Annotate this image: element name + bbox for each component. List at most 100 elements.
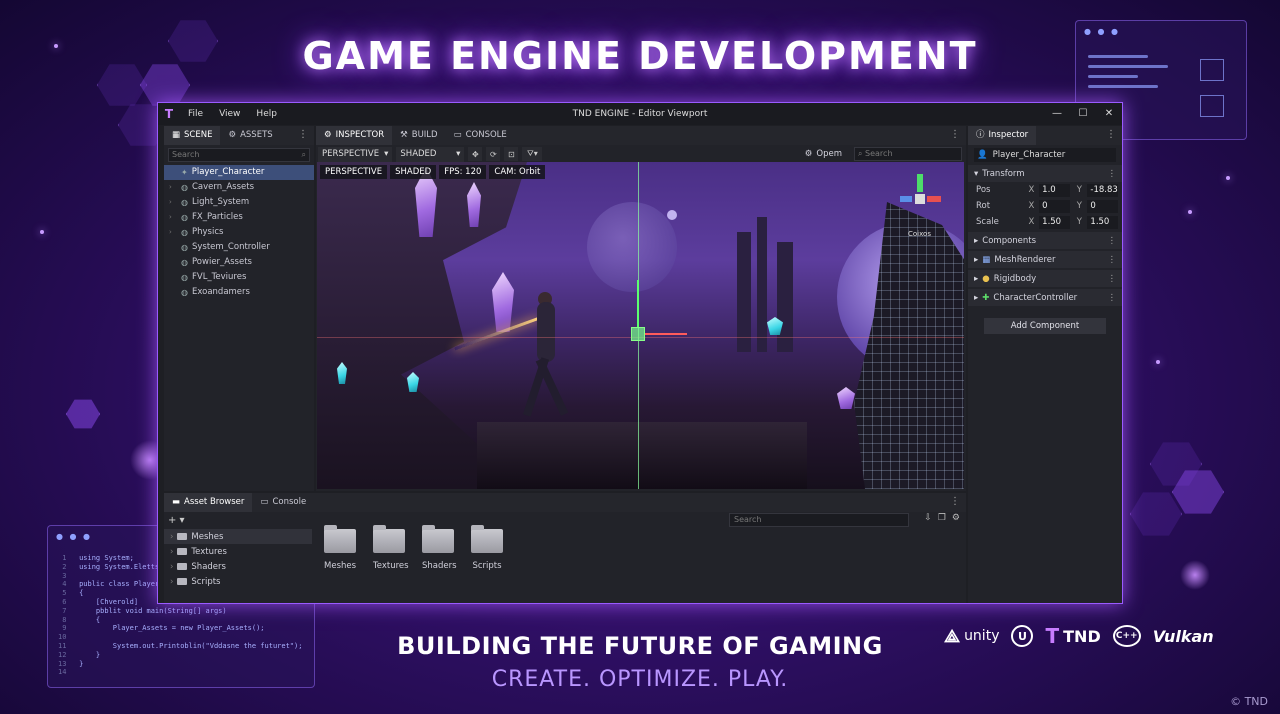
kebab-menu-icon[interactable]: ⋮ xyxy=(1108,274,1117,284)
scene-tree-item[interactable]: › ◍ Cavern_Assets xyxy=(164,180,314,195)
tab-assets[interactable]: ⚙ ASSETS xyxy=(220,126,280,145)
asset-tile[interactable]: Scripts xyxy=(471,525,503,571)
menu-view[interactable]: View xyxy=(211,109,248,119)
unity-logo: ⟁ unity xyxy=(944,626,999,647)
gizmo-center[interactable] xyxy=(915,194,925,204)
kebab-menu-icon[interactable]: ⋮ xyxy=(298,129,308,140)
scene-tree-item[interactable]: ◍ Exoandamers xyxy=(164,285,314,300)
folder-tree-item[interactable]: › Textures xyxy=(164,544,312,559)
headline: GAME ENGINE DEVELOPMENT xyxy=(302,34,978,78)
scene-tree-item[interactable]: ◍ Powier_Assets xyxy=(164,255,314,270)
maximize-button[interactable]: ☐ xyxy=(1070,103,1096,125)
spire xyxy=(777,242,793,352)
asset-tile[interactable]: Textures xyxy=(373,525,409,571)
object-icon: ◍ xyxy=(181,273,188,282)
import-icon[interactable]: ⇩ xyxy=(924,513,932,523)
components-header[interactable]: ▸ Components ⋮ xyxy=(968,232,1122,249)
settings-icon[interactable]: ⚙ xyxy=(805,149,813,159)
chevron-right-icon[interactable]: › xyxy=(169,225,177,240)
chevron-down-icon: ▾ xyxy=(456,149,461,159)
chevron-right-icon[interactable]: › xyxy=(170,532,173,542)
asset-tile[interactable]: Meshes xyxy=(324,525,356,571)
move-gizmo-y-handle[interactable] xyxy=(637,280,639,327)
kebab-menu-icon[interactable]: ⋮ xyxy=(1108,169,1117,179)
component-row[interactable]: ▸ ● Rigidbody ⋮ xyxy=(968,270,1122,287)
folder-tree-item[interactable]: › Meshes xyxy=(164,529,312,544)
asset-tile[interactable]: Shaders xyxy=(422,525,457,571)
player-character[interactable] xyxy=(454,292,582,427)
move-gizmo-center-handle[interactable] xyxy=(631,327,645,341)
scene-tree-item[interactable]: ◍ FVL_Teviures xyxy=(164,270,314,285)
folder-tree-item[interactable]: › Scripts xyxy=(164,574,312,589)
kebab-menu-icon[interactable]: ⋮ xyxy=(1106,129,1116,140)
scene-search-input[interactable]: Search ⌕ xyxy=(168,148,310,162)
filter-icon[interactable]: ⛛▾ xyxy=(522,147,543,161)
chevron-right-icon[interactable]: › xyxy=(170,547,173,557)
settings-icon[interactable]: ⚙ xyxy=(952,513,960,523)
scene-tree-item[interactable]: › ◍ FX_Particles xyxy=(164,210,314,225)
transform-y-field[interactable]: -18.83 xyxy=(1087,183,1119,197)
transform-x-field[interactable]: 0 xyxy=(1039,199,1070,213)
tab-assets-label: ASSETS xyxy=(240,130,273,140)
tab-scene[interactable]: ▦ SCENE xyxy=(164,126,221,145)
component-row[interactable]: ▸ ✚ CharacterController ⋮ xyxy=(968,289,1122,306)
rotate-tool-icon[interactable]: ⟳ xyxy=(486,147,501,161)
add-asset-button[interactable]: + ▾ xyxy=(168,515,185,526)
kebab-menu-icon[interactable]: ⋮ xyxy=(950,129,960,140)
viewport-toolbar: PERSPECTIVE ▾ SHADED ▾ ✥ ⟳ ⊡ ⛛▾ ⚙ Opem ⌕ S… xyxy=(316,145,966,163)
shading-dropdown[interactable]: SHADED ▾ xyxy=(396,146,465,162)
tab-inspector-label: INSPECTOR xyxy=(335,130,385,140)
close-button[interactable]: ✕ xyxy=(1096,103,1122,125)
tab-inspector-right[interactable]: ⓘ Inspector xyxy=(968,126,1037,145)
projection-dropdown[interactable]: PERSPECTIVE ▾ xyxy=(318,146,393,162)
chevron-right-icon[interactable]: › xyxy=(169,210,177,225)
kebab-menu-icon[interactable]: ⋮ xyxy=(1108,255,1117,265)
kebab-menu-icon[interactable]: ⋮ xyxy=(1108,293,1117,303)
scene-tree-item[interactable]: ✦ Player_Character xyxy=(164,165,314,180)
menu-file[interactable]: File xyxy=(180,109,211,119)
menu-help[interactable]: Help xyxy=(248,109,285,119)
collection-icon[interactable]: ❐ xyxy=(938,513,946,523)
move-tool-icon[interactable]: ✥ xyxy=(468,147,483,161)
transform-y-field[interactable]: 1.50 xyxy=(1087,215,1119,229)
add-component-button[interactable]: Add Component xyxy=(984,318,1106,334)
kebab-menu-icon[interactable]: ⋮ xyxy=(950,496,960,507)
folder-tree-item[interactable]: › Shaders xyxy=(164,559,312,574)
chevron-right-icon[interactable]: › xyxy=(169,180,177,195)
transform-x-field[interactable]: 1.0 xyxy=(1039,183,1070,197)
code-line: pbblit void main(String[] args) xyxy=(79,606,227,615)
asset-search-input[interactable]: Search xyxy=(729,513,909,527)
component-label: Rigidbody xyxy=(993,273,1037,284)
line-number: 3 xyxy=(58,571,80,580)
transform-y-field[interactable]: 0 xyxy=(1087,199,1119,213)
object-icon: ◍ xyxy=(181,258,188,267)
chevron-right-icon[interactable]: › xyxy=(170,562,173,572)
kebab-menu-icon[interactable]: ⋮ xyxy=(1108,236,1117,246)
gizmo-x-axis[interactable] xyxy=(927,196,941,202)
transform-x-field[interactable]: 1.50 xyxy=(1039,215,1070,229)
axis-label: Y xyxy=(1076,185,1082,195)
scene-tree-item[interactable]: › ◍ Light_System xyxy=(164,195,314,210)
viewport-search-input[interactable]: ⌕ Search xyxy=(854,147,962,161)
orientation-gizmo[interactable]: Coixos xyxy=(900,172,942,238)
chevron-right-icon[interactable]: › xyxy=(169,195,177,210)
move-gizmo-x-handle[interactable] xyxy=(645,333,687,335)
open-button[interactable]: Opem xyxy=(816,149,842,159)
scene-viewport[interactable]: Coixos PERSPECTIVE SHADED FPS: 120 CAM: … xyxy=(317,162,964,489)
chevron-right-icon[interactable]: › xyxy=(170,577,173,587)
transform-header[interactable]: ▾ Transform ⋮ xyxy=(968,165,1122,182)
tab-build[interactable]: ⚒ BUILD xyxy=(392,126,445,145)
gizmo-y-axis[interactable] xyxy=(917,174,923,192)
gizmo-z-axis[interactable] xyxy=(900,196,912,202)
object-name-field[interactable]: 👤 Player_Character xyxy=(974,148,1116,162)
scene-tree-item[interactable]: ◍ System_Controller xyxy=(164,240,314,255)
tab-console[interactable]: ▭ CONSOLE xyxy=(446,126,515,145)
tab-asset-browser[interactable]: ▬ Asset Browser xyxy=(164,493,253,512)
scale-tool-icon[interactable]: ⊡ xyxy=(504,147,519,161)
tab-inspector[interactable]: ⚙ INSPECTOR xyxy=(316,126,393,145)
asset-tile-label: Textures xyxy=(373,561,409,571)
scene-tree-item[interactable]: › ◍ Physics xyxy=(164,225,314,240)
tab-console-bottom[interactable]: ▭ Console xyxy=(252,493,314,512)
minimize-button[interactable]: — xyxy=(1044,103,1070,125)
component-row[interactable]: ▸ ▦ MeshRenderer ⋮ xyxy=(968,251,1122,268)
